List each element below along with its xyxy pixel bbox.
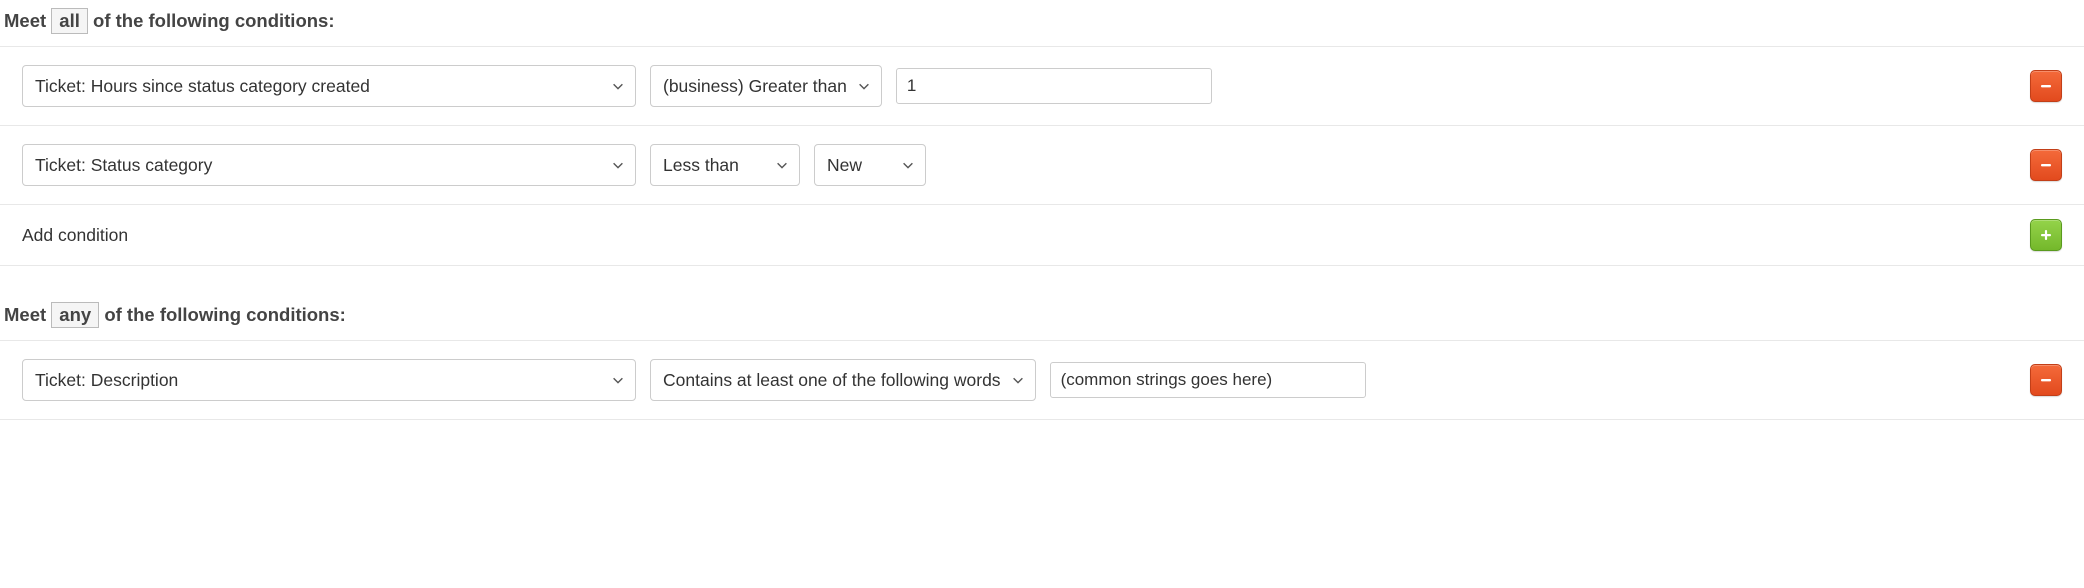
condition-operator-value: (business) Greater than bbox=[663, 76, 847, 97]
condition-value-select[interactable]: New bbox=[814, 144, 926, 186]
chevron-down-icon bbox=[611, 373, 625, 387]
condition-operator-select[interactable]: Contains at least one of the following w… bbox=[650, 359, 1036, 401]
remove-condition-button[interactable] bbox=[2030, 149, 2062, 181]
chevron-down-icon bbox=[611, 158, 625, 172]
conditions-any-header: Meet any of the following conditions: bbox=[0, 294, 2084, 340]
condition-operator-value: Contains at least one of the following w… bbox=[663, 370, 1001, 391]
chevron-down-icon bbox=[857, 79, 871, 93]
conditions-all-header: Meet all of the following conditions: bbox=[0, 0, 2084, 46]
chevron-down-icon bbox=[775, 158, 789, 172]
add-condition-row: Add condition bbox=[0, 205, 2084, 266]
condition-row: Ticket: Hours since status category crea… bbox=[0, 47, 2084, 126]
condition-value-input[interactable] bbox=[1050, 362, 1366, 398]
add-condition-label: Add condition bbox=[22, 225, 128, 246]
chevron-down-icon bbox=[1011, 373, 1025, 387]
condition-field-select[interactable]: Ticket: Description bbox=[22, 359, 636, 401]
remove-condition-button[interactable] bbox=[2030, 364, 2062, 396]
header-text-post: of the following conditions: bbox=[88, 10, 335, 31]
condition-row: Ticket: Description Contains at least on… bbox=[0, 341, 2084, 420]
condition-field-value: Ticket: Status category bbox=[35, 155, 212, 176]
condition-value-input[interactable] bbox=[896, 68, 1212, 104]
chevron-down-icon bbox=[901, 158, 915, 172]
condition-field-value: Ticket: Description bbox=[35, 370, 178, 391]
header-text-pre: Meet bbox=[4, 10, 51, 31]
chevron-down-icon bbox=[611, 79, 625, 93]
add-condition-button[interactable] bbox=[2030, 219, 2062, 251]
condition-row: Ticket: Status category Less than New bbox=[0, 126, 2084, 205]
condition-field-select[interactable]: Ticket: Status category bbox=[22, 144, 636, 186]
condition-operator-select[interactable]: Less than bbox=[650, 144, 800, 186]
quantifier-any: any bbox=[51, 302, 99, 328]
quantifier-all: all bbox=[51, 8, 88, 34]
remove-condition-button[interactable] bbox=[2030, 70, 2062, 102]
header-text-post: of the following conditions: bbox=[99, 304, 346, 325]
header-text-pre: Meet bbox=[4, 304, 51, 325]
condition-field-value: Ticket: Hours since status category crea… bbox=[35, 76, 370, 97]
condition-operator-select[interactable]: (business) Greater than bbox=[650, 65, 882, 107]
condition-field-select[interactable]: Ticket: Hours since status category crea… bbox=[22, 65, 636, 107]
condition-value-text: New bbox=[827, 155, 862, 176]
condition-operator-value: Less than bbox=[663, 155, 739, 176]
